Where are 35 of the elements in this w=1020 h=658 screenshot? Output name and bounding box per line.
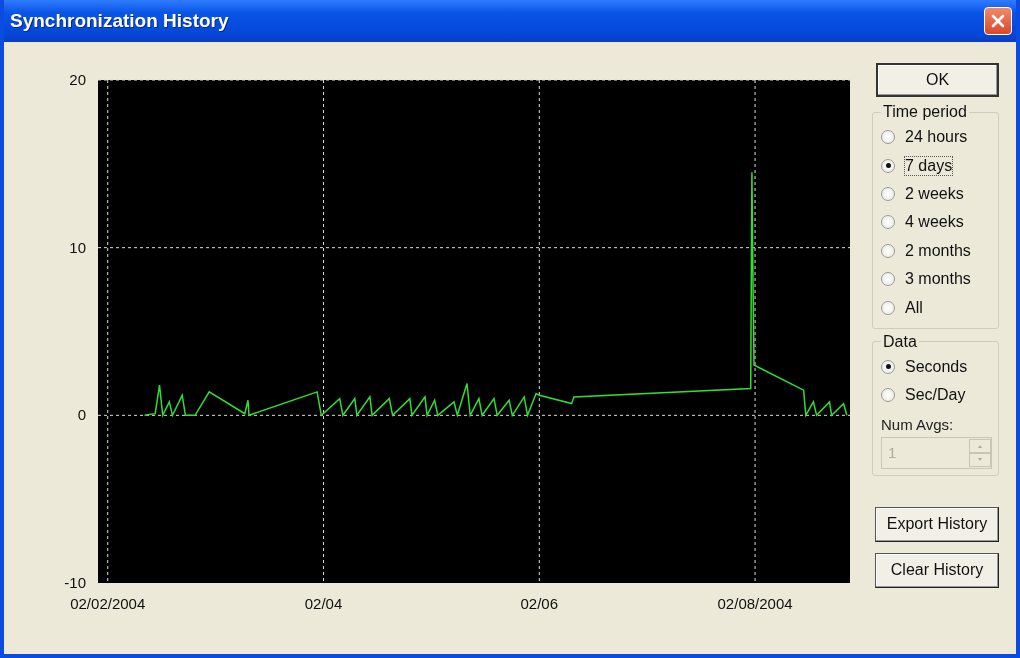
- option-label[interactable]: 4 weeks: [904, 212, 965, 233]
- radio-button[interactable]: [881, 359, 895, 374]
- field-label: Num Avgs:: [881, 415, 955, 433]
- close-icon[interactable]: [991, 14, 1005, 28]
- ok-button[interactable]: OK: [876, 63, 999, 97]
- radio-button[interactable]: [881, 272, 895, 287]
- radio-button[interactable]: [881, 388, 895, 403]
- option-label[interactable]: Sec/Day: [904, 385, 967, 406]
- radio-button[interactable]: [881, 186, 895, 201]
- window-title: Synchronization History: [10, 10, 229, 32]
- close-button[interactable]: [984, 7, 1012, 35]
- history-button[interactable]: Export History: [875, 506, 999, 542]
- option-label[interactable]: 3 months: [904, 269, 972, 290]
- radio-button[interactable]: [881, 243, 895, 258]
- axis-label: 0: [77, 406, 86, 424]
- axis-label: 02/04: [304, 595, 343, 612]
- axis-label: 10: [69, 238, 86, 256]
- radio-button[interactable]: [881, 130, 895, 145]
- axis-label: 02/02/2004: [70, 595, 146, 612]
- group-label: Time period: [882, 103, 968, 121]
- option-label[interactable]: 2 weeks: [904, 183, 965, 204]
- radio-button[interactable]: [881, 215, 895, 230]
- axis-label: 02/08/2004: [717, 595, 793, 612]
- option-label[interactable]: 7 days: [904, 155, 954, 176]
- radio-button[interactable]: [881, 300, 895, 315]
- option-label[interactable]: 24 hours: [904, 127, 969, 148]
- option-label[interactable]: Seconds: [904, 356, 969, 377]
- axis-label: 20: [69, 71, 86, 88]
- axis-label: -10: [64, 574, 86, 591]
- radio-button[interactable]: [881, 158, 895, 173]
- history-button[interactable]: Clear History: [875, 552, 999, 588]
- axis-label: 02/06: [520, 595, 559, 612]
- option-label[interactable]: 2 months: [904, 240, 972, 261]
- group-label: Data: [882, 332, 918, 351]
- option-label[interactable]: All: [904, 297, 924, 318]
